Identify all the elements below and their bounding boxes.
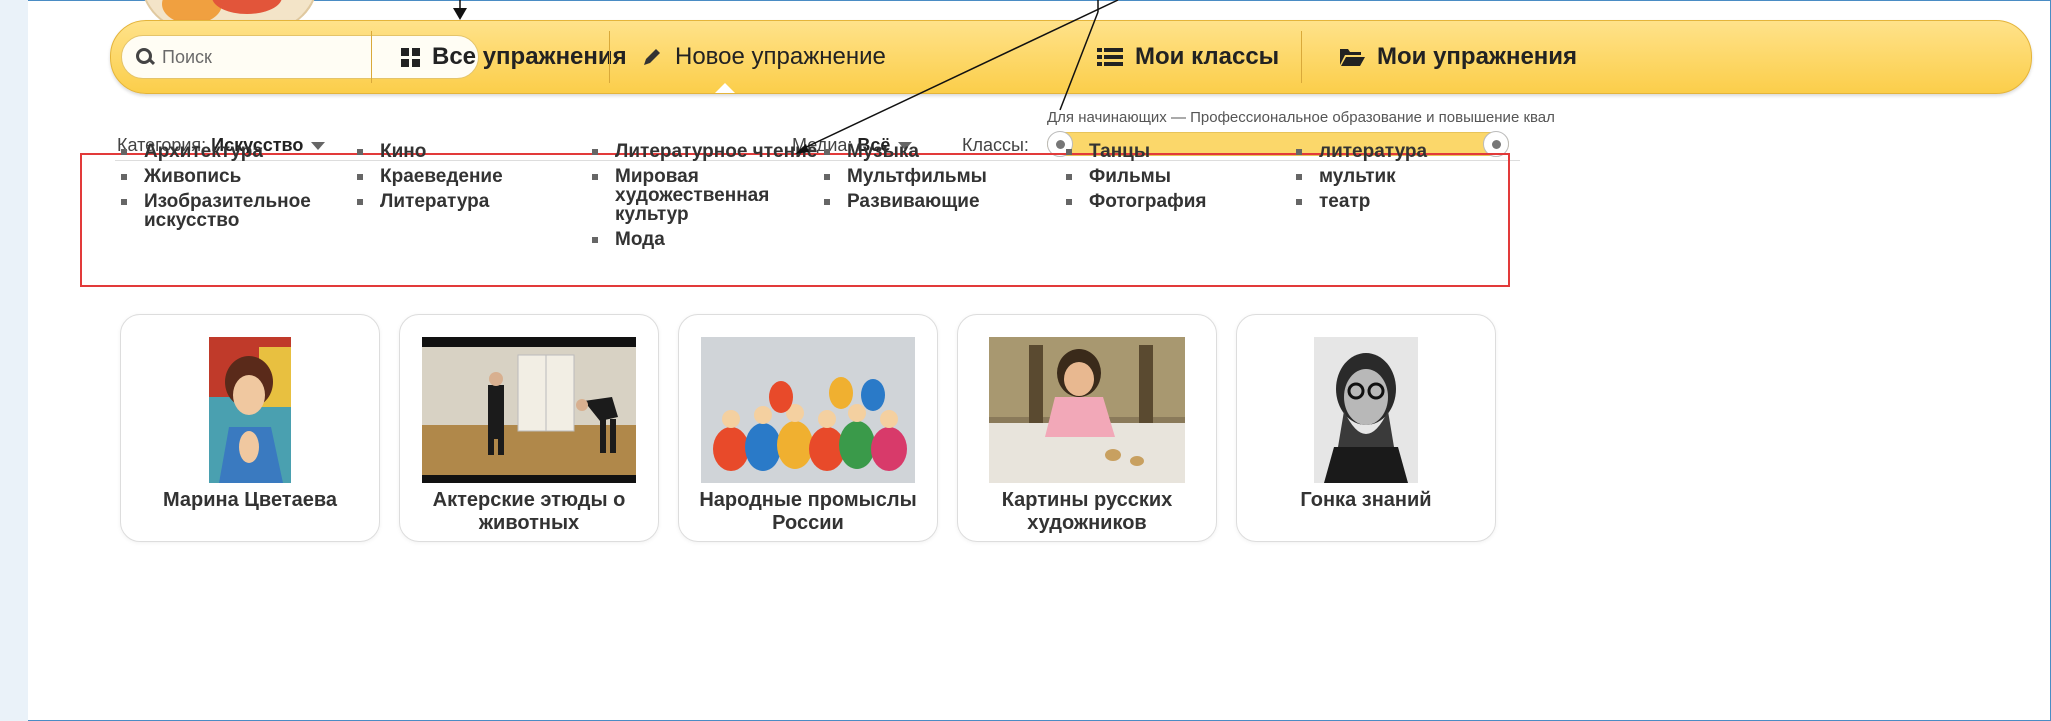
tab-my-exercises[interactable]: Мои упражнения (1339, 21, 1577, 93)
toolbar-separator (1301, 31, 1302, 83)
toolbar-separator (609, 31, 610, 83)
category-item[interactable]: Музыка (822, 142, 1052, 161)
categories-highlight-box: Архитектура Живопись Изобразительное иск… (80, 142, 1510, 287)
card-title: Марина Цветаева (163, 489, 337, 511)
tab-new-exercise-label: Новое упражнение (675, 43, 886, 70)
category-item[interactable]: Краеведение (355, 167, 585, 186)
exercise-card[interactable]: Гонка знаний (1236, 314, 1496, 542)
category-item[interactable]: Литературное чтение (590, 142, 820, 161)
category-item[interactable]: Изобразительное искусство (119, 192, 329, 230)
card-title: Народные промыслы России (699, 489, 917, 534)
main-toolbar: Все упражнения Новое упражнение Мои клас… (110, 20, 2032, 94)
card-title: Актерские этюды о животных (432, 489, 626, 534)
category-item[interactable]: Развивающие (822, 192, 1052, 211)
category-column: Музыка Мультфильмы Развивающие (822, 142, 1052, 217)
card-thumbnail (209, 337, 291, 483)
category-item[interactable]: Фотография (1064, 192, 1294, 211)
card-title: Гонка знаний (1300, 489, 1432, 511)
category-column: литература мультик театр (1294, 142, 1494, 217)
category-column: Архитектура Живопись Изобразительное иск… (119, 142, 329, 236)
active-tab-indicator (715, 83, 735, 93)
category-item[interactable]: театр (1294, 192, 1494, 211)
tab-new-exercise[interactable]: Новое упражнение (641, 21, 886, 93)
classes-range-hint: Для начинающих — Профессиональное образо… (1047, 109, 1555, 126)
card-thumbnail (422, 337, 636, 483)
search-icon (136, 48, 154, 66)
category-item[interactable]: Фильмы (1064, 167, 1294, 186)
tab-all-exercises-label: Все упражнения (432, 43, 627, 70)
exercise-card[interactable]: Картины русских художников (957, 314, 1217, 542)
category-column: Танцы Фильмы Фотография (1064, 142, 1294, 217)
category-item[interactable]: Архитектура (119, 142, 329, 161)
pencil-icon (644, 49, 660, 65)
category-item[interactable]: Танцы (1064, 142, 1294, 161)
grid-icon (401, 47, 420, 67)
category-item[interactable]: Живопись (119, 167, 329, 186)
card-title: Картины русских художников (1001, 489, 1173, 534)
card-thumbnail (1314, 337, 1418, 483)
category-item[interactable]: Литература (355, 192, 585, 211)
list-icon (1097, 48, 1123, 66)
category-column: Кино Краеведение Литература (355, 142, 585, 217)
card-thumbnail (989, 337, 1185, 483)
folder-icon (1340, 49, 1365, 66)
category-column: Литературное чтение Мировая художественн… (590, 142, 820, 255)
tab-all-exercises[interactable]: Все упражнения (401, 21, 627, 93)
frame-left-margin (0, 0, 28, 721)
exercise-card[interactable]: Актерские этюды о животных (399, 314, 659, 542)
category-item[interactable]: Мода (590, 230, 820, 249)
toolbar-separator (371, 31, 372, 83)
category-item[interactable]: Мультфильмы (822, 167, 1052, 186)
category-item[interactable]: мультик (1294, 167, 1494, 186)
exercise-card[interactable]: Марина Цветаева (120, 314, 380, 542)
tab-my-classes-label: Мои классы (1135, 43, 1280, 70)
tab-my-classes[interactable]: Мои классы (1097, 21, 1279, 93)
card-thumbnail (701, 337, 915, 483)
category-item[interactable]: Мировая художественная культур (590, 167, 775, 224)
category-item[interactable]: Кино (355, 142, 585, 161)
exercise-card[interactable]: Народные промыслы России (678, 314, 938, 542)
tab-my-exercises-label: Мои упражнения (1377, 43, 1578, 70)
category-item[interactable]: литература (1294, 142, 1494, 161)
